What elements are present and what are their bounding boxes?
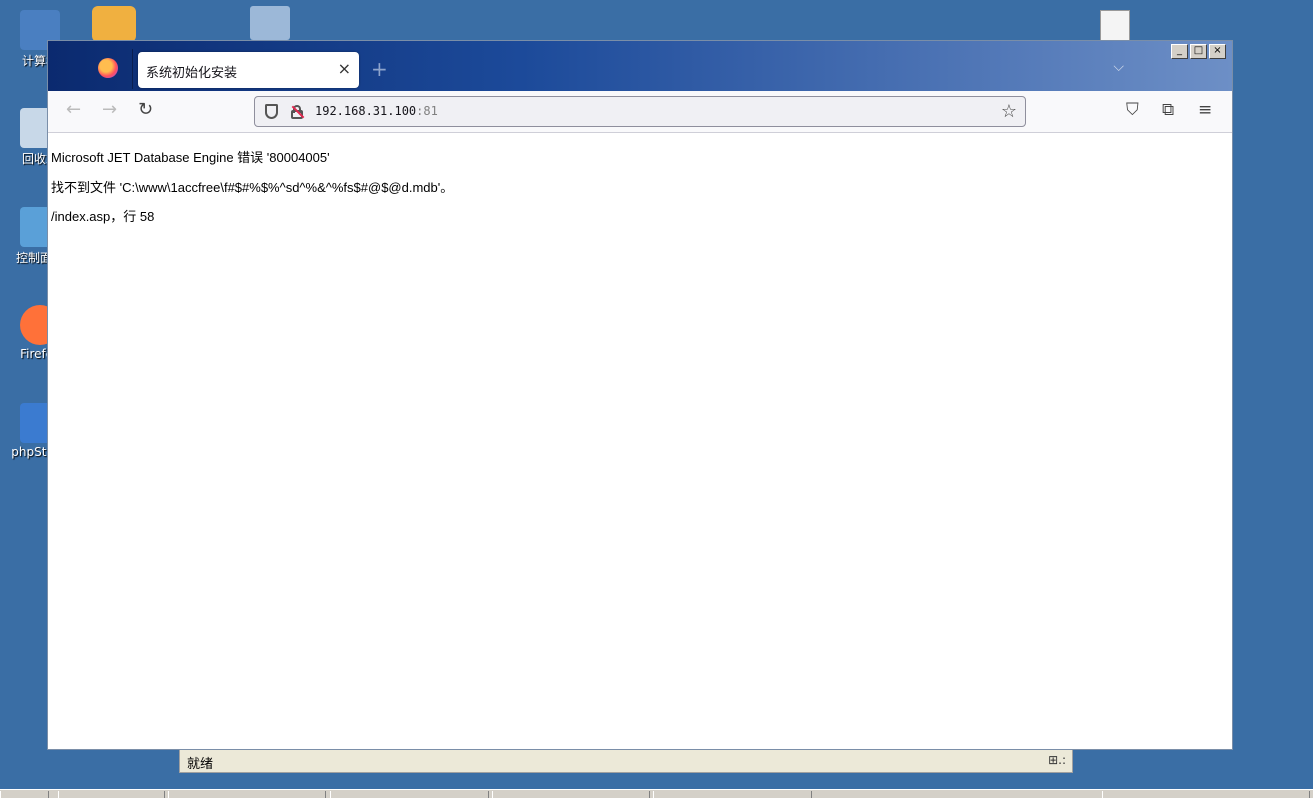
active-tab[interactable]: 系统初始化安装 × (138, 52, 359, 88)
error-detail: 找不到文件 'C:\www\1accfree\f#$#%$%^sd^%&^%fs… (51, 180, 454, 195)
tab-separator (132, 49, 133, 89)
window-controls: _ □ × (1171, 44, 1226, 59)
network-icon[interactable] (250, 6, 290, 40)
background-window-statusbar: 就绪 ⊞.: (179, 749, 1073, 773)
firefox-logo-icon (98, 58, 118, 78)
browser-window: 系统初始化安装 × + ⌵ _ □ × ← → ↻ 192.168.31.100… (47, 40, 1233, 750)
pocket-icon[interactable]: ⛉ (1126, 100, 1139, 120)
bookmark-star-icon[interactable]: ☆ (1001, 101, 1017, 122)
navigation-toolbar: ← → ↻ 192.168.31.100:81 ☆ ⛉ ⧉ ≡ (48, 91, 1232, 133)
reload-button[interactable]: ↻ (138, 100, 153, 120)
extensions-icon[interactable]: ⧉ (1162, 100, 1174, 120)
maximize-button[interactable]: □ (1190, 44, 1207, 59)
insecure-connection-lock-icon[interactable] (291, 105, 305, 119)
minimize-button[interactable]: _ (1171, 44, 1188, 59)
error-location: /index.asp，行 58 (51, 209, 155, 224)
error-heading: Microsoft JET Database Engine 错误 '800040… (51, 150, 330, 165)
page-content: Microsoft JET Database Engine 错误 '800040… (48, 133, 1232, 749)
tracking-protection-shield-icon[interactable] (265, 104, 278, 119)
forward-button[interactable]: → (102, 100, 117, 120)
new-tab-button[interactable]: + (371, 57, 388, 81)
browser-titlebar[interactable]: 系统初始化安装 × + ⌵ _ □ × (48, 41, 1232, 91)
status-text: 就绪 (187, 757, 214, 772)
address-bar[interactable]: 192.168.31.100:81 ☆ (254, 96, 1026, 127)
url-text[interactable]: 192.168.31.100:81 (315, 104, 438, 118)
filezilla-icon[interactable] (92, 6, 136, 42)
menu-hamburger-icon[interactable]: ≡ (1198, 100, 1212, 120)
url-host: 192.168.31.100 (315, 104, 417, 118)
tab-title: 系统初始化安装 (146, 66, 238, 81)
tab-list-chevron-down-icon[interactable]: ⌵ (1113, 59, 1124, 75)
security-zone-icon: ⊞.: (1048, 753, 1066, 767)
back-button[interactable]: ← (66, 100, 81, 120)
close-tab-icon[interactable]: × (338, 59, 351, 78)
document-icon[interactable] (1100, 10, 1130, 42)
url-port: :81 (416, 104, 438, 118)
close-window-button[interactable]: × (1209, 44, 1226, 59)
